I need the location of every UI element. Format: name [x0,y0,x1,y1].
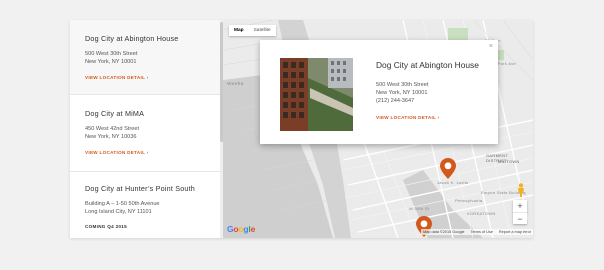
map-type-map-button[interactable]: Map [229,25,249,36]
coming-soon-label: COMING Q4 2015 [85,224,127,229]
map-type-control: Map Satellite [229,25,276,36]
map-label-weeha: Weeha [227,82,244,87]
location-item[interactable]: Dog City at Hunter’s Point South Buildin… [70,172,223,238]
location-address: Building A – 1-50 50th Avenue Long Islan… [85,200,223,216]
location-address: 500 West 30th Street New York, NY 10001 [85,50,223,66]
view-location-detail-link[interactable]: VIEW LOCATION DETAIL › [85,150,149,155]
location-pin-icon[interactable] [440,158,456,179]
location-info-popup: × Dog City at Abington House 500 West 30… [260,40,498,144]
street-view-pegman-icon[interactable] [517,183,525,197]
location-item[interactable]: Dog City at Abington House 500 West 30th… [70,20,223,95]
view-location-detail-link[interactable]: VIEW LOCATION DETAIL › [85,75,149,80]
building-photo-graphic [280,58,353,131]
map-view[interactable]: Hudson River Weeha East Park Ave Flatiro… [223,20,533,238]
popup-title: Dog City at Abington House [376,60,479,70]
map-label-w30: W 30th St [409,206,430,211]
popup-details: Dog City at Abington House 500 West 30th… [376,60,491,124]
map-label-jacob: Jacob K. Javits [437,180,469,185]
map-attribution: Map data ©2015 Google Terms of Use Repor… [421,229,533,235]
zoom-control: + − [513,200,527,224]
popup-phone: (212) 244-3647 [376,98,415,104]
address-line1: 500 West 30th Street [85,51,138,57]
map-type-satellite-button[interactable]: Satellite [248,25,276,36]
popup-view-detail-link[interactable]: VIEW LOCATION DETAIL › [376,115,440,120]
location-list: Dog City at Abington House 500 West 30th… [70,20,223,238]
google-logo[interactable]: Google [227,224,255,234]
map-label-korea: KOREATOWN [467,211,496,216]
terms-of-use-link[interactable]: Terms of Use [471,230,493,234]
address-line2: Long Island City, NY 11101 [85,209,152,215]
map-data-credit: Map data ©2015 Google [423,230,465,234]
address-line2: New York, NY 10001 [85,59,137,65]
address-line1: 450 West 42nd Street [85,126,140,132]
close-icon[interactable]: × [489,43,493,50]
popup-address-line2: New York, NY 10001 [376,90,428,96]
zoom-out-button[interactable]: − [513,212,527,224]
locations-widget: Dog City at Abington House 500 West 30th… [70,20,533,238]
map-label-midtown: MIDTOWN [498,159,520,164]
location-name: Dog City at Abington House [85,34,179,43]
zoom-in-button[interactable]: + [513,200,527,212]
popup-address-line1: 500 West 30th Street [376,82,429,88]
location-address: 450 West 42nd Street New York, NY 10036 [85,125,223,141]
report-map-error-link[interactable]: Report a map error [499,230,531,234]
map-label-penn: Pennsylvania [455,198,483,203]
location-name: Dog City at Hunter’s Point South [85,184,196,193]
location-name: Dog City at MiMA [85,109,145,118]
location-photo [280,58,353,131]
address-line2: New York, NY 10036 [85,134,137,140]
google-logo-letter: e [250,224,256,234]
address-line1: Building A – 1-50 50th Avenue [85,201,160,207]
popup-address: 500 West 30th Street New York, NY 10001 … [376,81,491,105]
location-item[interactable]: Dog City at MiMA 450 West 42nd Street Ne… [70,95,223,172]
